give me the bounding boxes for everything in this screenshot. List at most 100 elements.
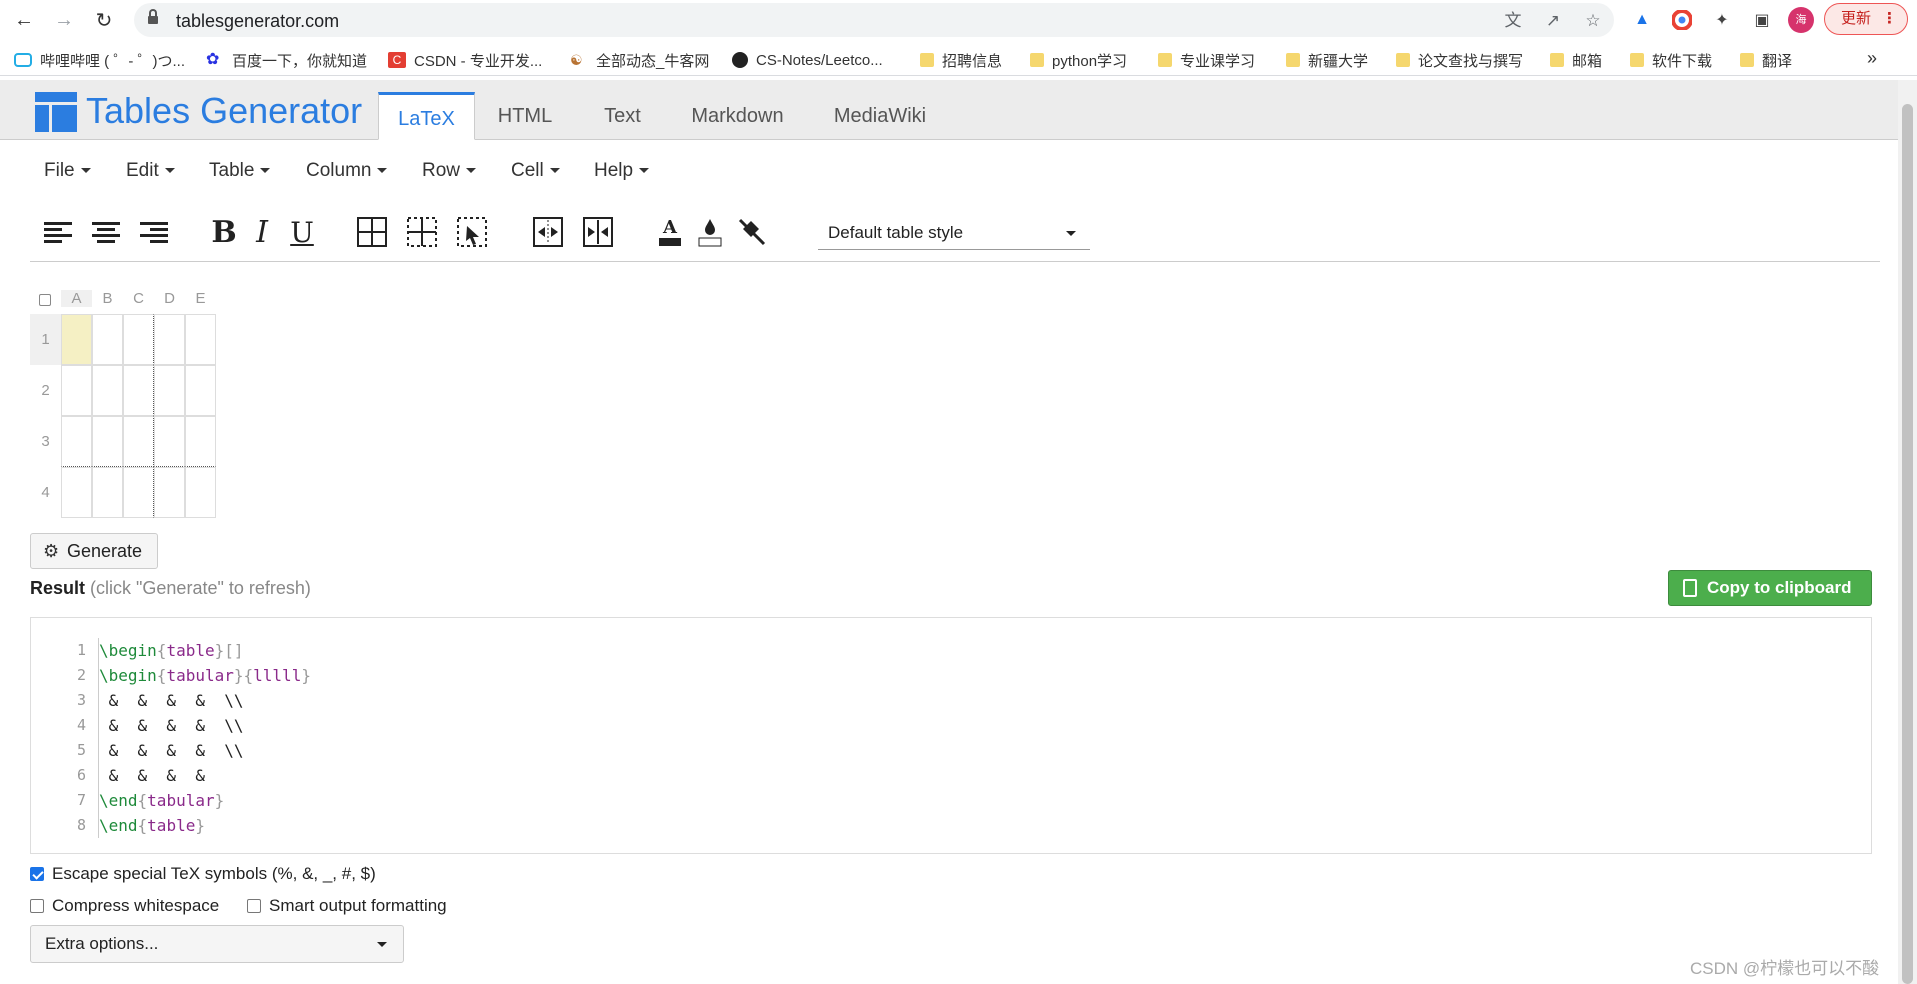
forward-icon[interactable]: →: [50, 6, 78, 34]
select-all-checkbox[interactable]: [39, 294, 51, 306]
table-cell[interactable]: [92, 314, 123, 365]
table-cell[interactable]: [61, 467, 92, 518]
inner-borders-icon[interactable]: [404, 214, 440, 250]
code-editor[interactable]: 1 2 3 4 5 6 7 8 \begin{table}[] \begin{tabular}{…: [30, 617, 1872, 854]
escape-tex-checkbox[interactable]: [30, 867, 44, 881]
bookmark-folder[interactable]: 翻译: [1740, 49, 1792, 71]
table-cell[interactable]: [61, 416, 92, 467]
row-header[interactable]: 2: [30, 365, 61, 416]
split-cells-icon[interactable]: [580, 214, 616, 250]
table-cell[interactable]: [154, 416, 185, 467]
logo-text[interactable]: Tables Generator: [86, 90, 362, 132]
side-panel-icon[interactable]: ▣: [1750, 8, 1774, 32]
table-cell[interactable]: [92, 467, 123, 518]
column-header[interactable]: C: [123, 290, 154, 307]
align-center-icon[interactable]: [88, 214, 124, 250]
generate-button[interactable]: ⚙ Generate: [30, 533, 158, 569]
profile-avatar[interactable]: 海: [1788, 7, 1814, 33]
code-line[interactable]: & & & &: [99, 763, 311, 788]
bookmark-csdn[interactable]: C CSDN - 专业开发...: [388, 49, 542, 71]
bookmark-github[interactable]: CS-Notes/Leetco...: [732, 49, 883, 71]
code-line[interactable]: \begin{table}[]: [99, 638, 311, 663]
column-header[interactable]: E: [185, 290, 216, 307]
code-line[interactable]: & & & & \\: [99, 688, 311, 713]
bookmark-folder[interactable]: 邮箱: [1550, 49, 1602, 71]
menu-file[interactable]: File: [44, 160, 91, 182]
column-header[interactable]: D: [154, 290, 185, 307]
table-cell[interactable]: [154, 467, 185, 518]
table-cell[interactable]: [185, 416, 216, 467]
back-icon[interactable]: ←: [10, 6, 38, 34]
code-line[interactable]: \end{tabular}: [99, 788, 311, 813]
column-header[interactable]: A: [61, 290, 92, 307]
code-line[interactable]: \end{table}: [99, 813, 311, 838]
extensions-puzzle-icon[interactable]: ✦: [1710, 8, 1734, 32]
extension-chrome-icon[interactable]: [1670, 8, 1694, 32]
table-cell[interactable]: [185, 365, 216, 416]
merge-cells-icon[interactable]: [530, 214, 566, 250]
compress-whitespace-checkbox[interactable]: [30, 899, 44, 913]
menu-column[interactable]: Column: [306, 160, 388, 182]
align-left-icon[interactable]: [40, 214, 76, 250]
bookmark-baidu[interactable]: ✿ 百度一下，你就知道: [206, 49, 367, 71]
extension-cap-icon[interactable]: ▲: [1630, 8, 1654, 32]
menu-help[interactable]: Help: [594, 160, 650, 182]
code-line[interactable]: & & & & \\: [99, 738, 311, 763]
bookmark-folder[interactable]: 新疆大学: [1286, 49, 1368, 71]
table-cell[interactable]: [123, 365, 154, 416]
reload-icon[interactable]: ↻: [90, 6, 118, 34]
menu-edit[interactable]: Edit: [126, 160, 175, 182]
bookmark-nowcoder[interactable]: ☯ 全部动态_牛客网: [570, 49, 709, 71]
tab-mediawiki[interactable]: MediaWiki: [815, 92, 945, 140]
table-cell[interactable]: [61, 365, 92, 416]
underline-icon[interactable]: U: [284, 214, 320, 250]
table-cell[interactable]: [185, 467, 216, 518]
star-icon[interactable]: ☆: [1582, 10, 1604, 32]
bookmark-folder[interactable]: 论文查找与撰写: [1396, 49, 1523, 71]
smart-formatting-option[interactable]: Smart output formatting: [247, 896, 447, 916]
row-header[interactable]: 1: [30, 314, 61, 365]
code-content[interactable]: \begin{table}[] \begin{tabular}{lllll} & …: [99, 638, 311, 838]
extra-options-select[interactable]: Extra options...: [30, 925, 404, 963]
bookmark-folder[interactable]: 专业课学习: [1158, 49, 1255, 71]
clear-format-icon[interactable]: [734, 214, 770, 250]
bookmark-folder[interactable]: 软件下载: [1630, 49, 1712, 71]
smart-formatting-checkbox[interactable]: [247, 899, 261, 913]
bookmark-bilibili[interactable]: 哔哩哔哩 ( ゜- ゜)つ...: [14, 49, 185, 71]
table-cell[interactable]: [61, 314, 92, 365]
code-line[interactable]: \begin{tabular}{lllll}: [99, 663, 311, 688]
update-button[interactable]: 更新 ⋮: [1824, 3, 1908, 35]
table-cell[interactable]: [123, 314, 154, 365]
menu-row[interactable]: Row: [422, 160, 477, 182]
url-text[interactable]: tablesgenerator.com: [176, 11, 339, 32]
italic-icon[interactable]: I: [244, 214, 280, 250]
tab-latex[interactable]: LaTeX: [378, 92, 475, 140]
table-style-select[interactable]: Default table style: [818, 218, 1090, 250]
column-header[interactable]: B: [92, 290, 123, 307]
text-color-icon[interactable]: A: [652, 214, 688, 250]
compress-whitespace-option[interactable]: Compress whitespace: [30, 896, 219, 916]
tab-html[interactable]: HTML: [480, 92, 570, 140]
share-icon[interactable]: ↗: [1542, 10, 1564, 32]
table-cell[interactable]: [123, 467, 154, 518]
table-cell[interactable]: [92, 416, 123, 467]
table-cell[interactable]: [92, 365, 123, 416]
row-header[interactable]: 3: [30, 416, 61, 467]
copy-to-clipboard-button[interactable]: Copy to clipboard: [1668, 570, 1872, 606]
bookmarks-more-icon[interactable]: »: [1867, 48, 1877, 69]
row-header[interactable]: 4: [30, 467, 61, 518]
tab-markdown[interactable]: Markdown: [675, 92, 800, 140]
code-line[interactable]: & & & & \\: [99, 713, 311, 738]
menu-table[interactable]: Table: [209, 160, 271, 182]
table-cell[interactable]: [154, 314, 185, 365]
select-borders-icon[interactable]: [454, 214, 490, 250]
bold-icon[interactable]: B: [206, 214, 242, 250]
table-cell[interactable]: [123, 416, 154, 467]
tab-text[interactable]: Text: [585, 92, 660, 140]
bookmark-folder[interactable]: 招聘信息: [920, 49, 1002, 71]
all-borders-icon[interactable]: [354, 214, 390, 250]
table-cell[interactable]: [154, 365, 185, 416]
address-bar[interactable]: tablesgenerator.com 文 ↗ ☆: [134, 3, 1614, 37]
translate-icon[interactable]: 文: [1502, 10, 1524, 32]
menu-cell[interactable]: Cell: [511, 160, 560, 182]
